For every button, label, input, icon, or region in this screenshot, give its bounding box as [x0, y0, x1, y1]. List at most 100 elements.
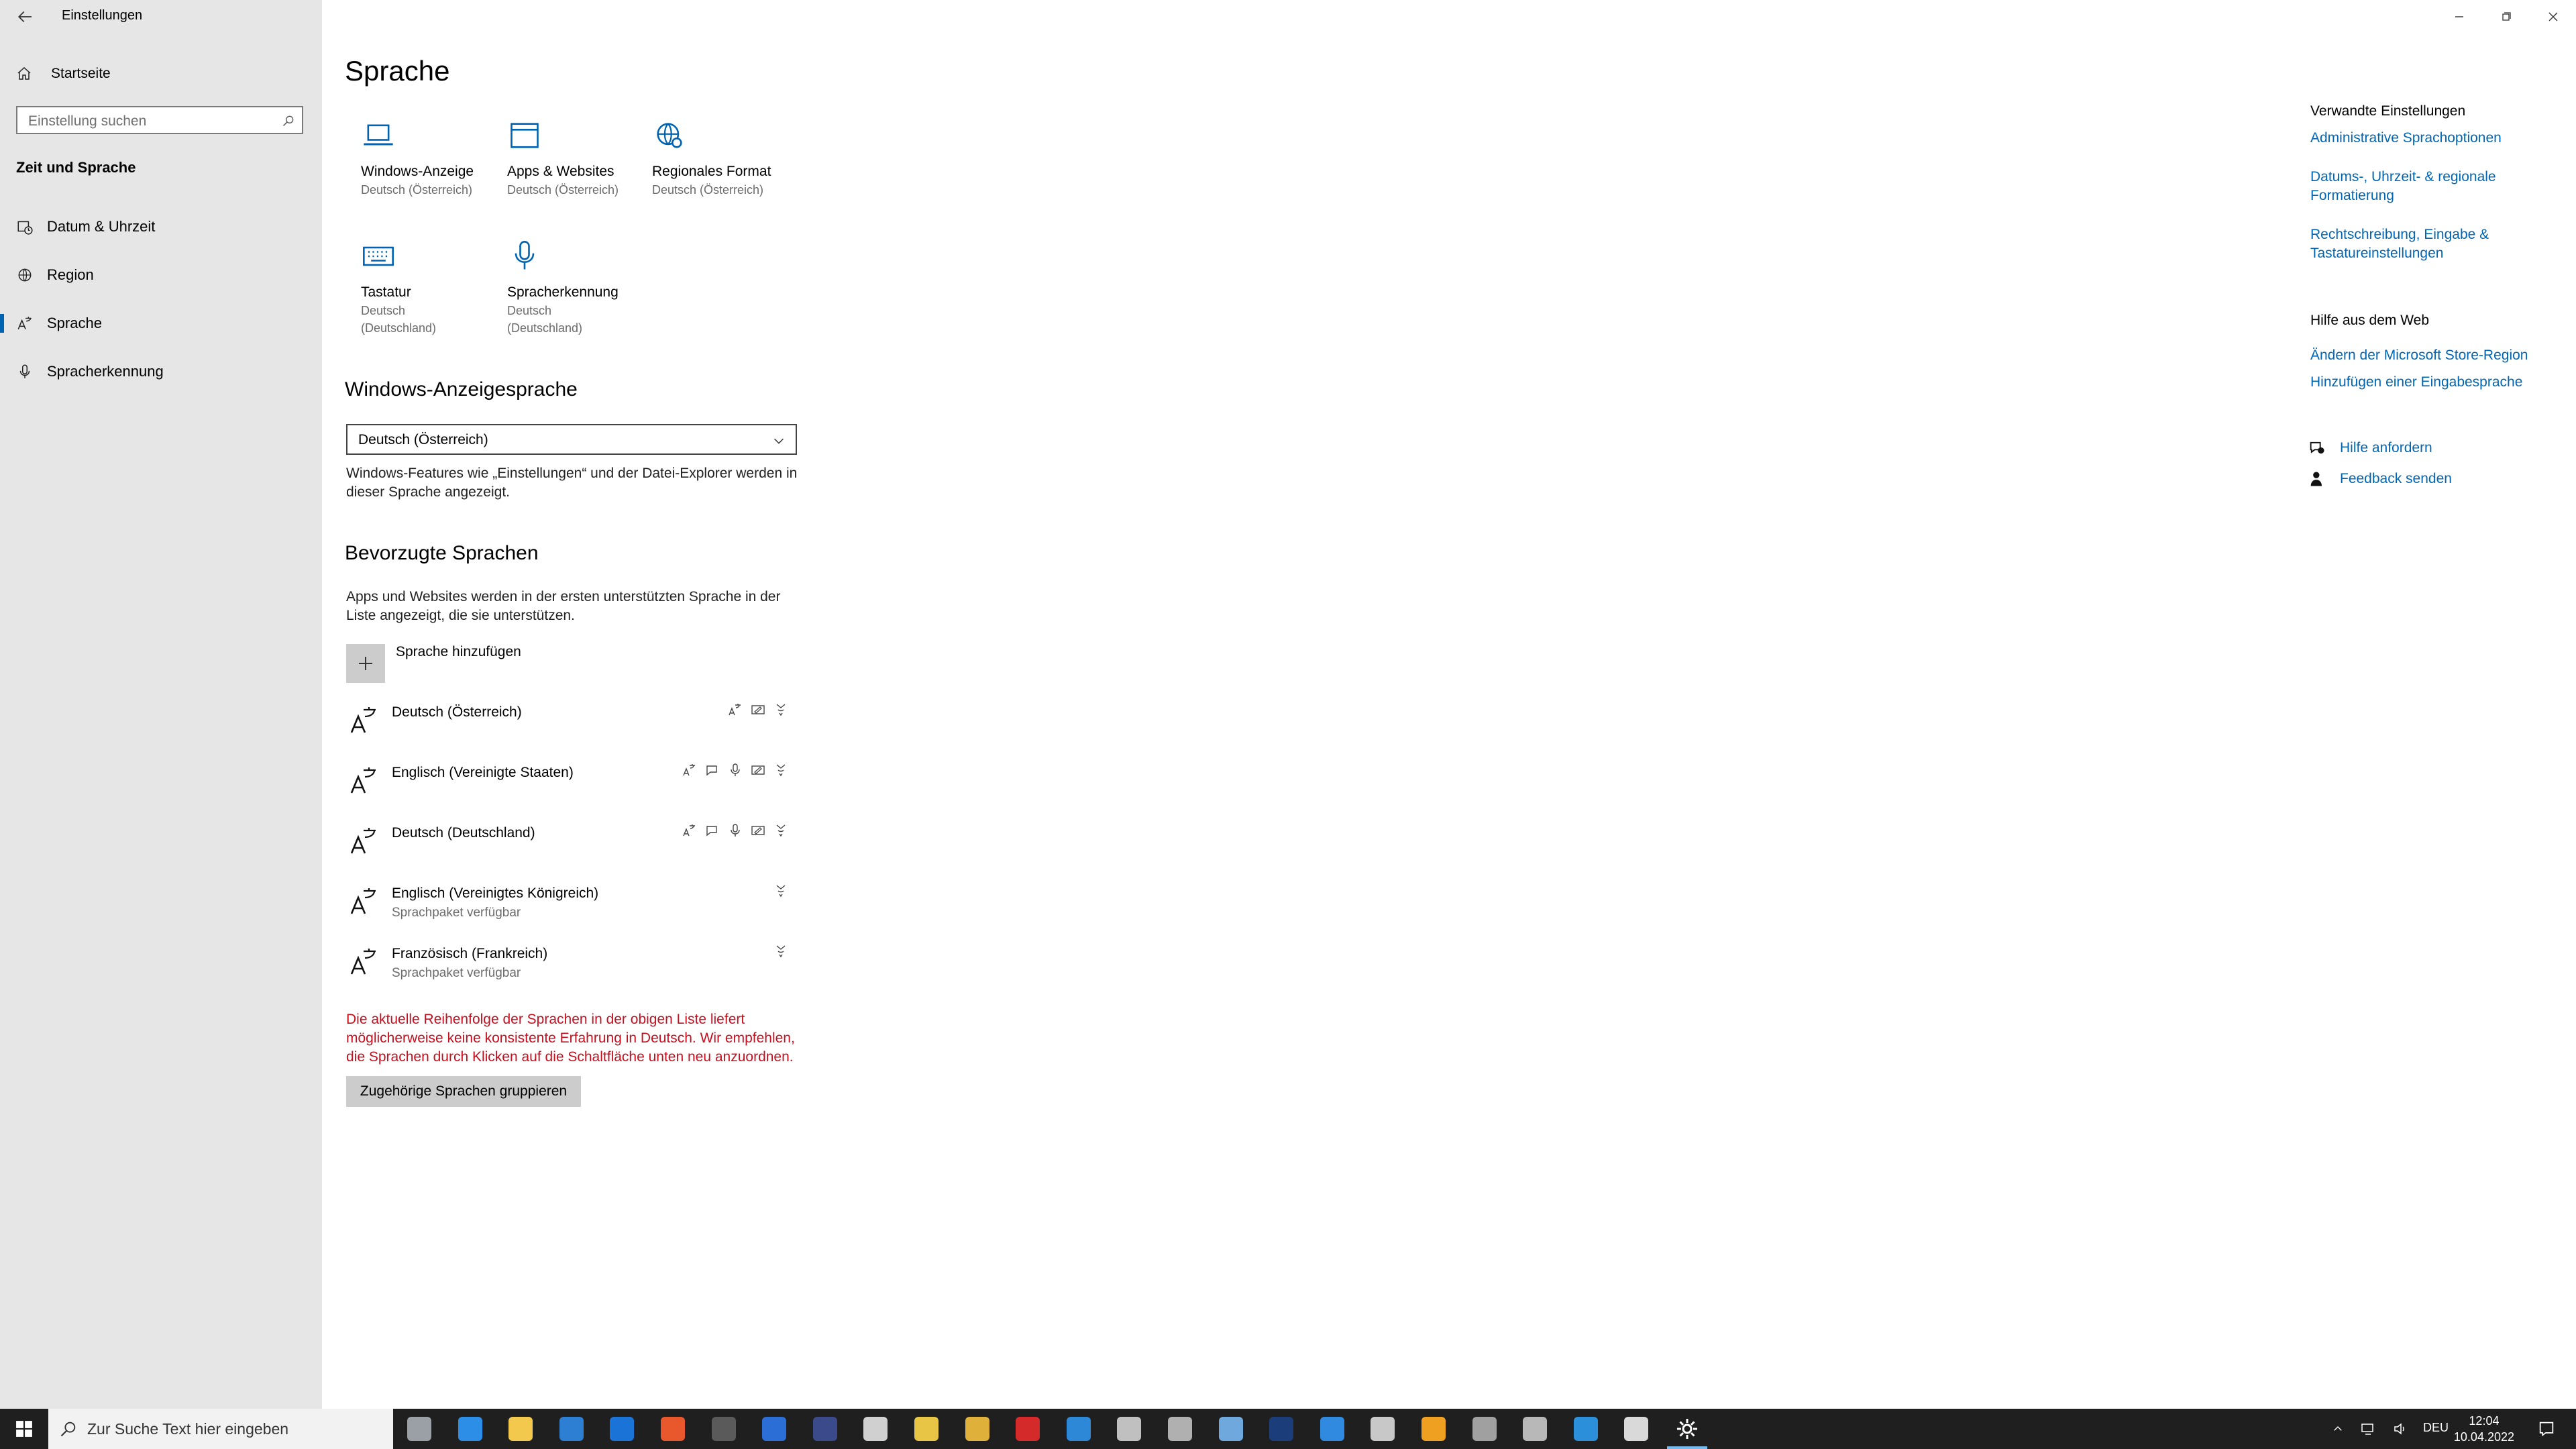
speech-icon — [706, 765, 717, 776]
related-settings-heading: Verwandte Einstellungen — [2310, 103, 2466, 119]
send-feedback-link[interactable]: Feedback senden — [2308, 470, 2452, 488]
window-icon — [511, 123, 539, 148]
app-icon-11[interactable] — [1320, 1417, 1344, 1441]
language-item[interactable]: Englisch (Vereinigte Staaten) — [346, 755, 789, 809]
start-button[interactable] — [0, 1409, 48, 1449]
language-name: Deutsch (Österreich) — [392, 704, 522, 720]
input-language-indicator[interactable]: DEU — [2423, 1421, 2449, 1435]
notes-icon[interactable] — [965, 1417, 989, 1441]
sidebar-item-language[interactable]: Sprache — [0, 303, 322, 343]
add-language-button[interactable] — [346, 644, 385, 683]
plus-icon — [359, 657, 372, 670]
edge-icon[interactable] — [458, 1417, 482, 1441]
app-icon-2[interactable] — [762, 1417, 787, 1441]
speech-icon — [706, 826, 717, 837]
close-icon[interactable] — [2540, 7, 2567, 27]
keyboard-icon — [363, 246, 394, 266]
chevron-down-icon — [774, 438, 784, 444]
language-features — [727, 702, 789, 718]
group-languages-button[interactable]: Zugehörige Sprachen gruppieren — [346, 1076, 581, 1107]
app-icon-14[interactable] — [1472, 1417, 1497, 1441]
app-icon-3[interactable] — [812, 1417, 837, 1441]
home-link[interactable]: Startseite — [16, 63, 191, 85]
feedback-person-icon — [2310, 472, 2322, 486]
language-features — [773, 883, 789, 899]
calendar-clock-icon — [17, 221, 33, 235]
handwriting-icon — [751, 705, 765, 714]
system-tray — [2332, 1409, 2408, 1449]
language-item[interactable]: Französisch (Frankreich) Sprachpaket ver… — [346, 936, 789, 990]
link-spelling-typing[interactable]: Rechtschreibung, Eingabe & Tastatureinst… — [2310, 225, 2512, 263]
link-add-input-language[interactable]: Hinzufügen einer Eingabesprache — [2310, 373, 2552, 392]
link-admin-language[interactable]: Administrative Sprachoptionen — [2310, 129, 2552, 148]
add-language-label[interactable]: Sprache hinzufügen — [396, 644, 521, 660]
microphone-icon — [731, 763, 740, 776]
minimize-icon[interactable] — [2446, 7, 2473, 27]
chevron-up-icon[interactable] — [2332, 1423, 2344, 1435]
tile-regional-format[interactable]: Regionales Format Deutsch (Österreich) — [652, 118, 773, 199]
app-icon-15[interactable] — [1523, 1417, 1548, 1441]
app-icon-17[interactable] — [1624, 1417, 1649, 1441]
app-icon-6[interactable] — [1016, 1417, 1040, 1441]
tile-windows-display[interactable]: Windows-Anzeige Deutsch (Österreich) — [361, 118, 495, 199]
language-item[interactable]: Deutsch (Deutschland) — [346, 816, 789, 869]
link-store-region[interactable]: Ändern der Microsoft Store-Region — [2310, 346, 2572, 365]
app-icon-8[interactable] — [1117, 1417, 1142, 1441]
search-icon — [60, 1421, 76, 1437]
steam-icon[interactable] — [1218, 1417, 1243, 1441]
store-icon[interactable] — [559, 1417, 584, 1441]
language-status: Sprachpaket verfügbar — [392, 966, 521, 980]
app-icon-16[interactable] — [1573, 1417, 1598, 1441]
app-icon-1[interactable] — [711, 1417, 736, 1441]
link-date-time-format[interactable]: Datums-, Uhrzeit- & regionale Formatieru… — [2310, 168, 2532, 205]
display-language-icon — [683, 824, 695, 837]
text-to-speech-icon — [776, 885, 786, 898]
task-view-icon[interactable] — [407, 1417, 431, 1441]
preferred-languages-description: Apps und Websites werden in der ersten u… — [346, 589, 781, 623]
volume-icon[interactable] — [2392, 1421, 2408, 1437]
language-item[interactable]: Englisch (Vereinigtes Königreich) Sprach… — [346, 876, 789, 930]
tile-title: Windows-Anzeige — [361, 164, 474, 179]
language-name: Englisch (Vereinigtes Königreich) — [392, 885, 599, 901]
app-icon-7[interactable] — [1066, 1417, 1091, 1441]
laptop-icon — [364, 124, 393, 146]
taskbar: Zur Suche Text hier eingeben DEU 12:04 1… — [0, 1409, 2576, 1449]
text-to-speech-icon — [776, 764, 786, 777]
app-icon-12[interactable] — [1371, 1417, 1395, 1441]
firefox-icon[interactable] — [661, 1417, 685, 1441]
page-title: Sprache — [345, 55, 450, 87]
back-arrow-icon[interactable] — [15, 7, 35, 27]
clock[interactable]: 12:04 10.04.2022 — [2454, 1413, 2514, 1445]
tile-title: Spracherkennung — [507, 284, 619, 300]
display-language-icon — [683, 764, 695, 776]
app-icon-9[interactable] — [1168, 1417, 1192, 1441]
tile-speech-recognition[interactable]: Spracherkennung Deutsch (Deutschland) — [507, 239, 641, 337]
get-help-link[interactable]: Hilfe anfordern — [2308, 439, 2432, 458]
sidebar-item-region[interactable]: Region — [0, 255, 322, 295]
text-to-speech-icon — [776, 945, 786, 958]
app-icon-4[interactable] — [863, 1417, 888, 1441]
app-icon-5[interactable] — [914, 1417, 938, 1441]
file-explorer-icon[interactable] — [508, 1417, 533, 1441]
network-icon[interactable] — [2360, 1421, 2376, 1437]
sidebar-item-date-time[interactable]: Datum & Uhrzeit — [0, 207, 322, 247]
app-icon-10[interactable] — [1269, 1417, 1294, 1441]
home-label: Startseite — [51, 66, 111, 81]
notification-icon[interactable] — [2537, 1419, 2556, 1438]
language-features — [682, 822, 789, 839]
language-name: Deutsch (Deutschland) — [392, 825, 535, 841]
mail-icon[interactable] — [610, 1417, 635, 1441]
display-language-description: Windows-Features wie „Einstellungen“ und… — [346, 466, 798, 500]
tile-keyboard[interactable]: Tastatur Deutsch (Deutschland) — [361, 239, 495, 337]
language-item[interactable]: Deutsch (Österreich) — [346, 695, 789, 749]
web-help-heading: Hilfe aus dem Web — [2310, 313, 2430, 328]
settings-search-input[interactable]: Einstellung suchen — [16, 106, 303, 134]
app-icon-13[interactable] — [1421, 1417, 1446, 1441]
sidebar-item-speech[interactable]: Spracherkennung — [0, 352, 322, 392]
taskbar-search-input[interactable]: Zur Suche Text hier eingeben — [48, 1409, 393, 1449]
select-value: Deutsch (Österreich) — [358, 432, 488, 447]
tile-apps-websites[interactable]: Apps & Websites Deutsch (Österreich) — [507, 118, 641, 199]
display-language-select[interactable]: Deutsch (Österreich) — [346, 424, 797, 455]
restore-icon[interactable] — [2493, 7, 2520, 27]
settings-icon[interactable] — [1667, 1417, 1707, 1449]
